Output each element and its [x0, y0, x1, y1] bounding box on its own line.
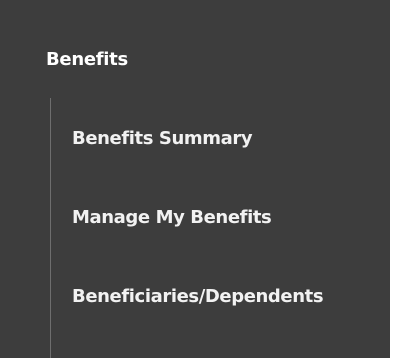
nav-item-manage-my-benefits[interactable]: Manage My Benefits	[72, 205, 272, 231]
page-edge	[390, 0, 404, 358]
benefits-nav-panel: Benefits Benefits Summary Manage My Bene…	[0, 0, 390, 358]
nav-item-beneficiaries-dependents[interactable]: Beneficiaries/Dependents	[72, 284, 324, 310]
nav-item-benefits-summary[interactable]: Benefits Summary	[72, 126, 253, 152]
section-title-benefits[interactable]: Benefits	[46, 47, 128, 73]
tree-guide-line	[50, 98, 51, 358]
